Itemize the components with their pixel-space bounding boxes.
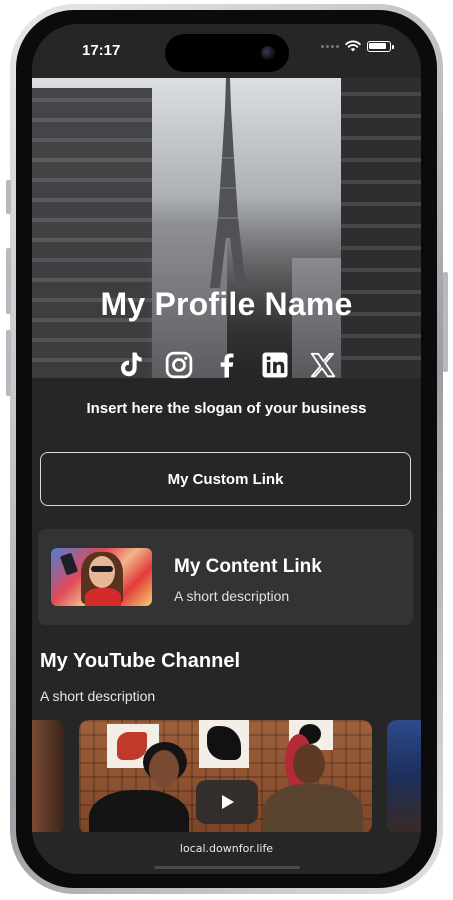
- play-icon: [222, 795, 234, 809]
- linkedin-icon[interactable]: [260, 350, 290, 380]
- eiffel-tower: [210, 78, 246, 288]
- mute-switch: [6, 180, 11, 214]
- building: [32, 88, 152, 378]
- dynamic-island: [165, 34, 289, 72]
- youtube-section-title: My YouTube Channel: [40, 650, 241, 672]
- play-button[interactable]: [196, 780, 258, 824]
- phone-icon: [59, 552, 79, 576]
- youtube-section-description: A short description: [40, 688, 156, 704]
- video-thumbnail[interactable]: [387, 720, 421, 834]
- facebook-icon[interactable]: [212, 350, 242, 380]
- x-icon[interactable]: [308, 350, 338, 380]
- content-link-description: A short description: [174, 588, 290, 604]
- battery-icon: [367, 40, 394, 52]
- volume-down-button: [6, 330, 11, 396]
- video-thumbnail[interactable]: [32, 720, 64, 834]
- instagram-icon[interactable]: [164, 350, 194, 380]
- home-indicator: [154, 866, 300, 869]
- tiktok-icon[interactable]: [116, 350, 146, 380]
- screen: 17:17 My Profile Name Insert here the sl…: [32, 24, 421, 874]
- signal-icon: [321, 44, 339, 48]
- hero-image: [32, 78, 421, 378]
- wifi-icon: [345, 40, 361, 52]
- social-links: [32, 350, 421, 380]
- video-carousel[interactable]: [32, 720, 421, 834]
- video-thumbnail[interactable]: [79, 720, 372, 834]
- status-time: 17:17: [82, 42, 121, 59]
- profile-name: My Profile Name: [100, 286, 353, 322]
- building: [341, 78, 421, 378]
- custom-link-button[interactable]: My Custom Link: [40, 452, 411, 506]
- power-button: [443, 272, 448, 372]
- content-link-title: My Content Link: [174, 556, 322, 577]
- status-bar: 17:17: [32, 24, 421, 78]
- status-icons: [321, 40, 394, 52]
- content-link-card[interactable]: My Content Link A short description: [38, 529, 413, 625]
- camera-icon: [261, 46, 275, 60]
- url-text: local.downfor.life: [179, 842, 274, 855]
- content-thumbnail: [51, 548, 152, 606]
- slogan: Insert here the slogan of your business: [86, 400, 367, 417]
- volume-up-button: [6, 248, 11, 314]
